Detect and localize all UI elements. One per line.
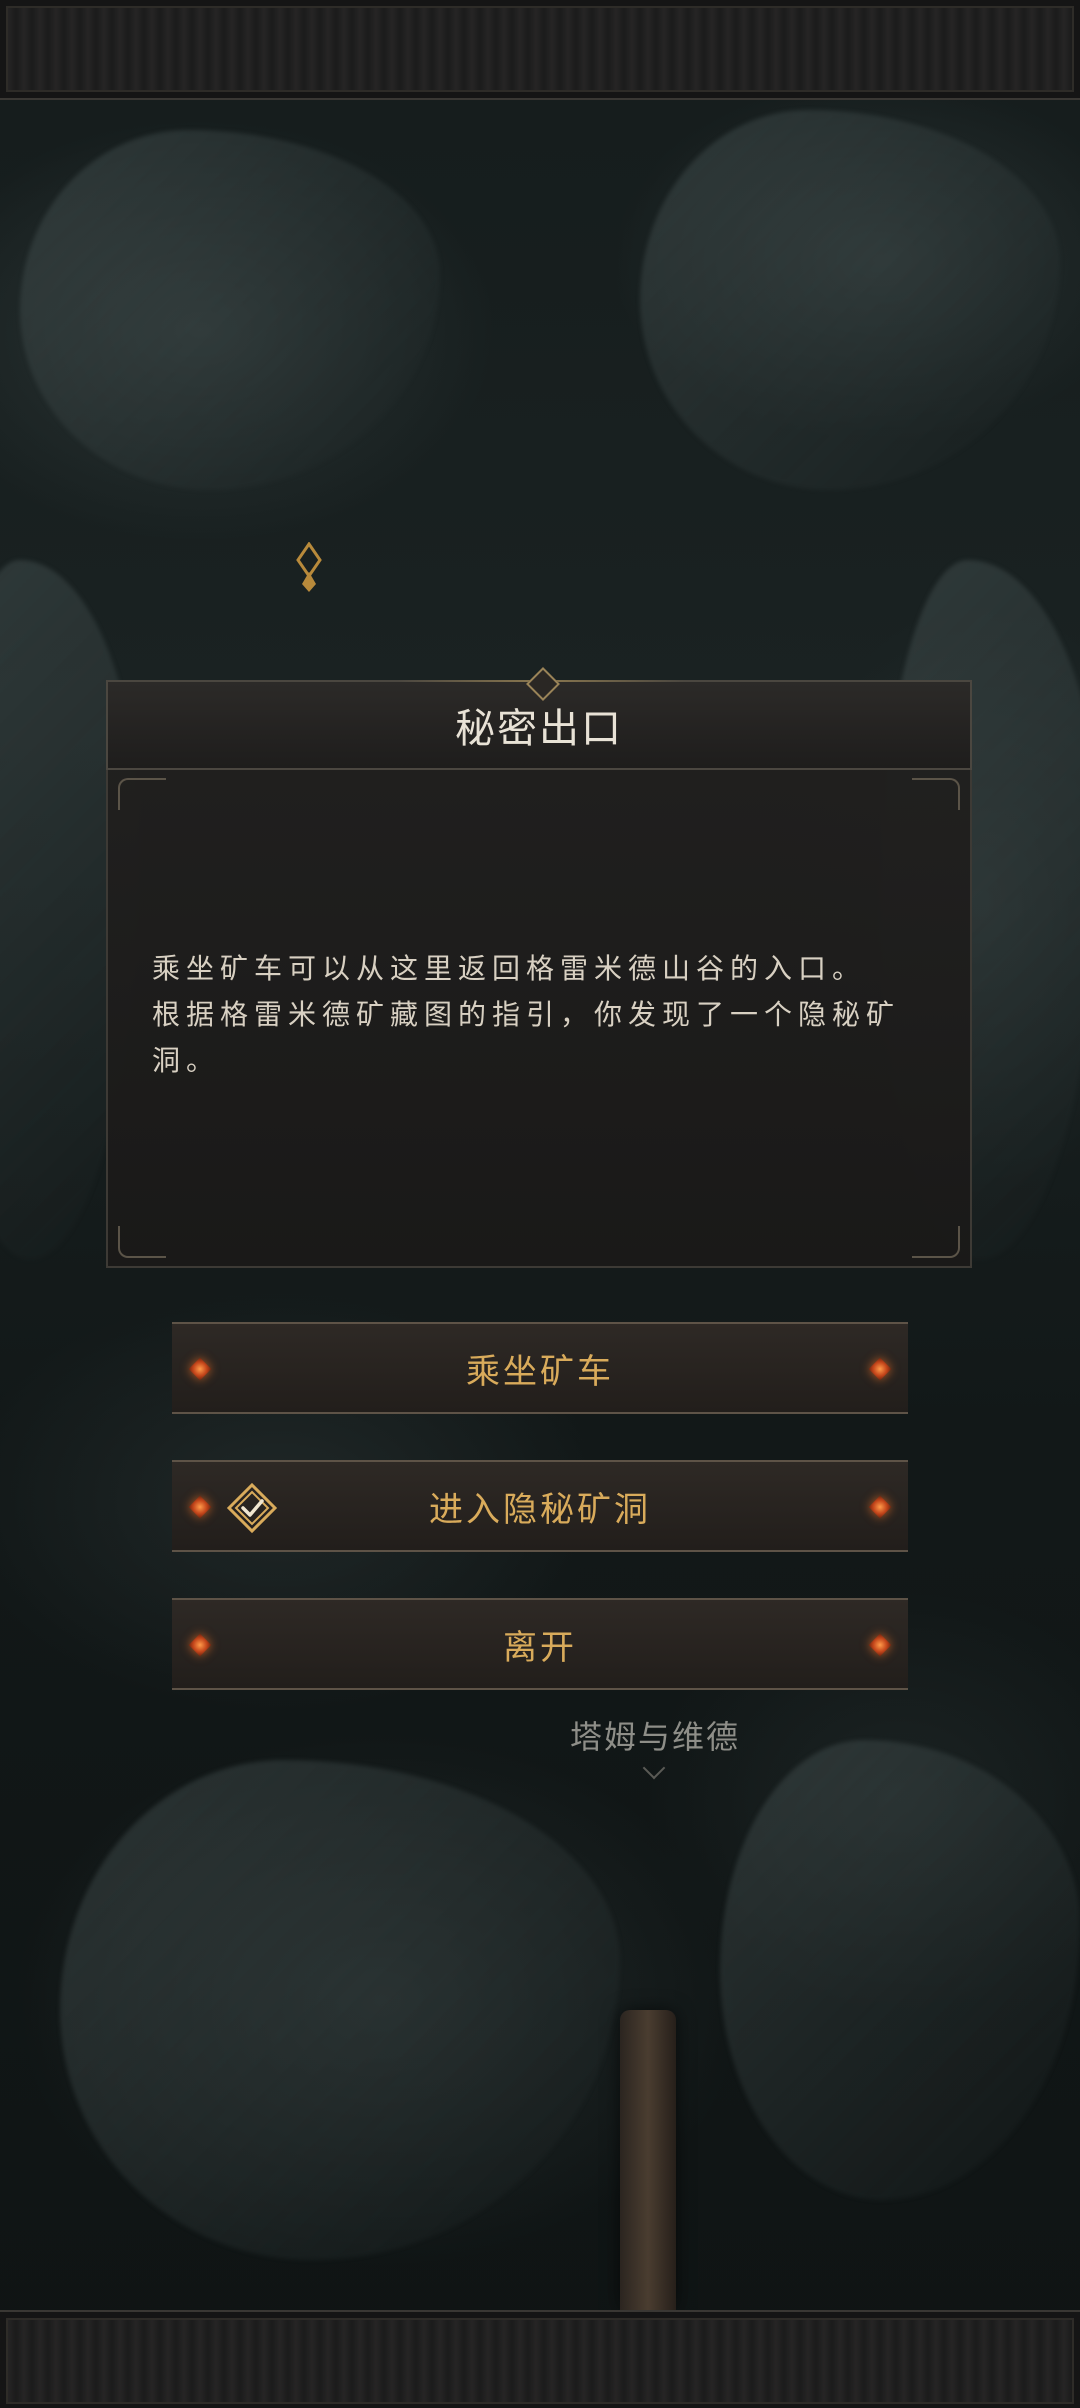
dialog-title: 秘密出口 [455, 706, 623, 752]
description-line: 洞。 [152, 1044, 221, 1077]
dialog-body: 乘坐矿车可以从这里返回格雷米德山谷的入口。 根据格雷米德矿藏图的指引，你发现了一… [106, 770, 972, 1268]
dialog-header: 秘密出口 [106, 667, 972, 770]
choice-label: 乘坐矿车 [466, 1351, 614, 1392]
bottom-frame-border [0, 2310, 1080, 2408]
gem-icon [868, 1357, 892, 1381]
rock-background [60, 1760, 620, 2260]
gem-icon [188, 1357, 212, 1381]
corner-ornament [118, 778, 166, 810]
choice-button-leave[interactable]: 离开 [172, 1598, 908, 1690]
rock-background [720, 1740, 1080, 2200]
tower-landmark [620, 2010, 676, 2310]
checkmark-diamond-icon [226, 1482, 278, 1534]
gem-icon [188, 1633, 212, 1657]
gem-icon [868, 1633, 892, 1657]
map-location-label[interactable]: 塔姆与维德 [560, 1712, 750, 1758]
header-ornament-line [398, 680, 538, 682]
choice-button-ride-minecart[interactable]: 乘坐矿车 [172, 1322, 908, 1414]
top-frame-border [0, 0, 1080, 100]
corner-ornament [912, 778, 960, 810]
game-scene: 秘密出口 乘坐矿车可以从这里返回格雷米德山谷的入口。 根据格雷米德矿藏图的指引，… [0, 0, 1080, 2408]
map-marker-icon[interactable] [296, 542, 322, 594]
description-line: 乘坐矿车可以从这里返回格雷米德山谷的入口。 [152, 952, 867, 985]
corner-ornament [912, 1226, 960, 1258]
gem-icon [868, 1495, 892, 1519]
gem-icon [188, 1495, 212, 1519]
choice-button-enter-hidden-cave[interactable]: 进入隐秘矿洞 [172, 1460, 908, 1552]
rock-background [640, 110, 1060, 490]
header-ornament-line [544, 680, 684, 682]
rock-background [20, 130, 440, 490]
choice-label: 进入隐秘矿洞 [429, 1489, 651, 1530]
description-line: 根据格雷米德矿藏图的指引，你发现了一个隐秘矿 [152, 998, 901, 1031]
map-label-pointer [642, 1756, 666, 1780]
choice-label: 离开 [503, 1627, 577, 1668]
corner-ornament [118, 1226, 166, 1258]
event-dialog: 秘密出口 乘坐矿车可以从这里返回格雷米德山谷的入口。 根据格雷米德矿藏图的指引，… [106, 667, 972, 1268]
dialog-description: 乘坐矿车可以从这里返回格雷米德山谷的入口。 根据格雷米德矿藏图的指引，你发现了一… [152, 946, 942, 1084]
